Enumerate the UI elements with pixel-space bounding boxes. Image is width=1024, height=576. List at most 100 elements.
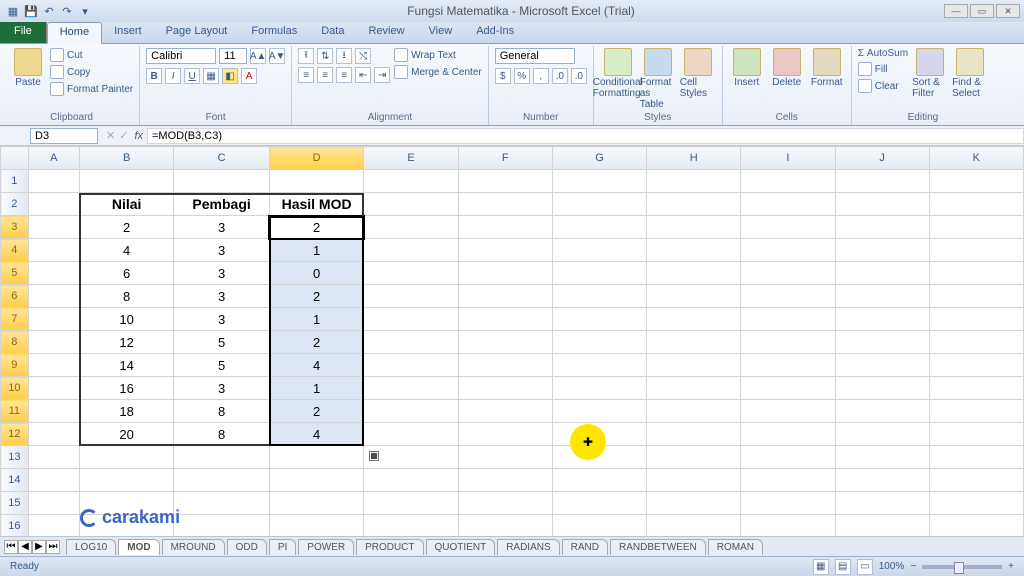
cell-C13[interactable] — [174, 446, 269, 469]
sheet-tab-product[interactable]: PRODUCT — [356, 539, 423, 555]
cell-H3[interactable] — [647, 216, 741, 239]
cell-K15[interactable] — [929, 492, 1023, 515]
font-name-select[interactable]: Calibri — [146, 48, 216, 64]
zoom-out-button[interactable]: − — [910, 561, 916, 572]
cell-J11[interactable] — [835, 400, 929, 423]
cell-B3[interactable]: 2 — [79, 216, 174, 239]
currency-button[interactable]: $ — [495, 68, 511, 84]
cell-D9[interactable]: 4 — [269, 354, 364, 377]
cell-D14[interactable] — [269, 469, 364, 492]
sheet-tab-randbetween[interactable]: RANDBETWEEN — [610, 539, 706, 555]
cell-A6[interactable] — [28, 285, 79, 308]
font-color-button[interactable]: A — [241, 68, 257, 84]
sheet-tab-pi[interactable]: PI — [269, 539, 296, 555]
formula-input[interactable]: =MOD(B3,C3) — [147, 128, 1024, 144]
cell-B2[interactable]: Nilai — [79, 193, 174, 216]
cell-C1[interactable] — [174, 170, 269, 193]
align-center-button[interactable]: ≡ — [317, 67, 333, 83]
cell-H8[interactable] — [647, 331, 741, 354]
cell-H7[interactable] — [647, 308, 741, 331]
indent-dec-button[interactable]: ⇤ — [355, 67, 371, 83]
zoom-in-button[interactable]: + — [1008, 561, 1014, 572]
cell-B12[interactable]: 20 — [79, 423, 174, 446]
cell-K12[interactable] — [929, 423, 1023, 446]
copy-button[interactable]: Copy — [50, 65, 133, 79]
cell-D7[interactable]: 1 — [269, 308, 364, 331]
cell-D11[interactable]: 2 — [269, 400, 364, 423]
sheet-tab-rand[interactable]: RAND — [562, 539, 608, 555]
cell-F12[interactable] — [458, 423, 552, 446]
cell-K7[interactable] — [929, 308, 1023, 331]
tab-view[interactable]: View — [417, 22, 465, 43]
sheet-tab-power[interactable]: POWER — [298, 539, 354, 555]
qat-dropdown-icon[interactable]: ▾ — [78, 4, 92, 18]
fill-color-button[interactable]: ◧ — [222, 68, 238, 84]
cell-D13[interactable] — [269, 446, 364, 469]
row-header-7[interactable]: 7 — [1, 308, 29, 331]
view-break-button[interactable]: ▭ — [857, 559, 873, 575]
undo-icon[interactable]: ↶ — [42, 4, 56, 18]
cell-J9[interactable] — [835, 354, 929, 377]
sheet-tab-mod[interactable]: MOD — [118, 539, 159, 555]
cell-A4[interactable] — [28, 239, 79, 262]
cell-D10[interactable]: 1 — [269, 377, 364, 400]
cell-J1[interactable] — [835, 170, 929, 193]
close-button[interactable]: ✕ — [996, 4, 1020, 18]
cell-C12[interactable]: 8 — [174, 423, 269, 446]
cell-J5[interactable] — [835, 262, 929, 285]
cell-B8[interactable]: 12 — [79, 331, 174, 354]
cell-H11[interactable] — [647, 400, 741, 423]
number-format-select[interactable]: General — [495, 48, 575, 64]
cell-K1[interactable] — [929, 170, 1023, 193]
cell-K13[interactable] — [929, 446, 1023, 469]
col-header-F[interactable]: F — [458, 147, 552, 170]
cell-C14[interactable] — [174, 469, 269, 492]
row-header-3[interactable]: 3 — [1, 216, 29, 239]
cell-C15[interactable] — [174, 492, 269, 515]
align-right-button[interactable]: ≡ — [336, 67, 352, 83]
cell-D3[interactable]: 2 — [269, 216, 364, 239]
cell-styles-button[interactable]: Cell Styles — [680, 48, 716, 99]
tab-addins[interactable]: Add-Ins — [464, 22, 526, 43]
cell-G14[interactable] — [552, 469, 646, 492]
row-header-1[interactable]: 1 — [1, 170, 29, 193]
percent-button[interactable]: % — [514, 68, 530, 84]
cell-J10[interactable] — [835, 377, 929, 400]
cell-G4[interactable] — [552, 239, 646, 262]
cell-I14[interactable] — [741, 469, 835, 492]
cell-G8[interactable] — [552, 331, 646, 354]
cell-F13[interactable] — [458, 446, 552, 469]
cell-F7[interactable] — [458, 308, 552, 331]
row-header-11[interactable]: 11 — [1, 400, 29, 423]
cell-C9[interactable]: 5 — [174, 354, 269, 377]
merge-center-button[interactable]: Merge & Center — [394, 65, 482, 79]
cell-D4[interactable]: 1 — [269, 239, 364, 262]
indent-inc-button[interactable]: ⇥ — [374, 67, 390, 83]
tab-formulas[interactable]: Formulas — [239, 22, 309, 43]
cell-F15[interactable] — [458, 492, 552, 515]
cell-K6[interactable] — [929, 285, 1023, 308]
cell-D5[interactable]: 0 — [269, 262, 364, 285]
col-header-G[interactable]: G — [552, 147, 646, 170]
paste-button[interactable]: Paste — [10, 48, 46, 88]
row-header-14[interactable]: 14 — [1, 469, 29, 492]
cell-C4[interactable]: 3 — [174, 239, 269, 262]
cell-C2[interactable]: Pembagi — [174, 193, 269, 216]
comma-button[interactable]: , — [533, 68, 549, 84]
cell-A5[interactable] — [28, 262, 79, 285]
cell-F2[interactable] — [458, 193, 552, 216]
cell-E15[interactable] — [364, 492, 458, 515]
cell-B14[interactable] — [79, 469, 174, 492]
tab-data[interactable]: Data — [309, 22, 356, 43]
cell-H6[interactable] — [647, 285, 741, 308]
cell-F11[interactable] — [458, 400, 552, 423]
cell-K14[interactable] — [929, 469, 1023, 492]
cell-I13[interactable] — [741, 446, 835, 469]
wrap-text-button[interactable]: Wrap Text — [394, 48, 482, 62]
view-layout-button[interactable]: ▤ — [835, 559, 851, 575]
tab-review[interactable]: Review — [356, 22, 416, 43]
sheet-tab-mround[interactable]: MROUND — [162, 539, 225, 555]
fx-icon[interactable]: fx — [134, 130, 143, 142]
col-header-I[interactable]: I — [741, 147, 835, 170]
cell-C10[interactable]: 3 — [174, 377, 269, 400]
